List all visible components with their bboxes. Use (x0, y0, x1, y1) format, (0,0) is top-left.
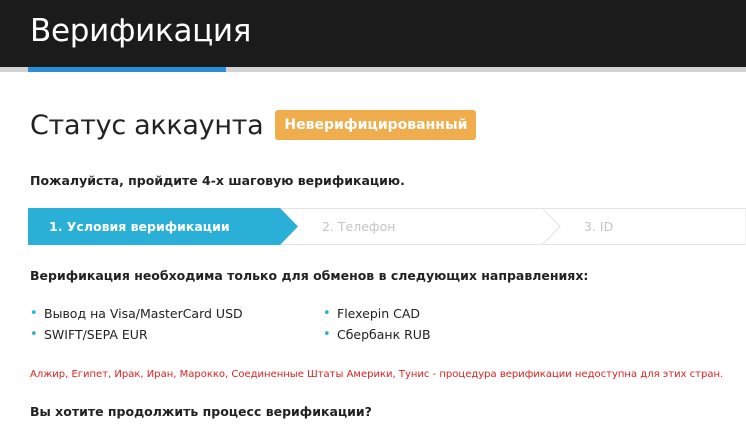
active-tab-indicator (28, 67, 226, 72)
status-badge: Неверифицированный (275, 110, 477, 140)
requirements-title: Верификация необходима только для обмено… (30, 268, 589, 283)
bullet-icon: • (30, 306, 38, 321)
bullet-icon: • (323, 306, 331, 321)
list-item: • SWIFT/SEPA EUR (30, 327, 243, 348)
account-status-row: Статус аккаунта Неверифицированный (30, 108, 477, 142)
list-item: • Сбербанк RUB (323, 327, 431, 348)
continue-question: Вы хотите продолжить процесс верификации… (30, 404, 372, 419)
step-3-label[interactable]: 3. ID (584, 208, 613, 245)
step-1-label[interactable]: 1. Условия верификации (49, 208, 230, 245)
restricted-countries-warning: Алжир, Египет, Ирак, Иран, Марокко, Соед… (30, 369, 724, 380)
direction-label: Flexepin CAD (337, 306, 421, 321)
list-item: • Flexepin CAD (323, 306, 431, 327)
direction-label: Сбербанк RUB (337, 327, 431, 342)
directions-list-right: • Flexepin CAD • Сбербанк RUB (323, 306, 431, 348)
intro-text: Пожалуйста, пройдите 4-х шаговую верифик… (30, 173, 405, 188)
top-header: Верификация (0, 0, 746, 67)
directions-list-left: • Вывод на Visa/MasterCard USD • SWIFT/SEP… (30, 306, 243, 348)
account-status-title: Статус аккаунта (30, 109, 264, 141)
step-2-label[interactable]: 2. Телефон (322, 208, 395, 245)
direction-label: SWIFT/SEPA EUR (44, 327, 148, 342)
bullet-icon: • (323, 327, 331, 342)
page-header-title: Верификация (30, 13, 252, 49)
list-item: • Вывод на Visa/MasterCard USD (30, 306, 243, 327)
verification-steps: 1. Условия верификации 2. Телефон 3. ID (28, 208, 746, 245)
header-tab-underline (0, 67, 746, 72)
bullet-icon: • (30, 327, 38, 342)
direction-label: Вывод на Visa/MasterCard USD (44, 306, 243, 321)
